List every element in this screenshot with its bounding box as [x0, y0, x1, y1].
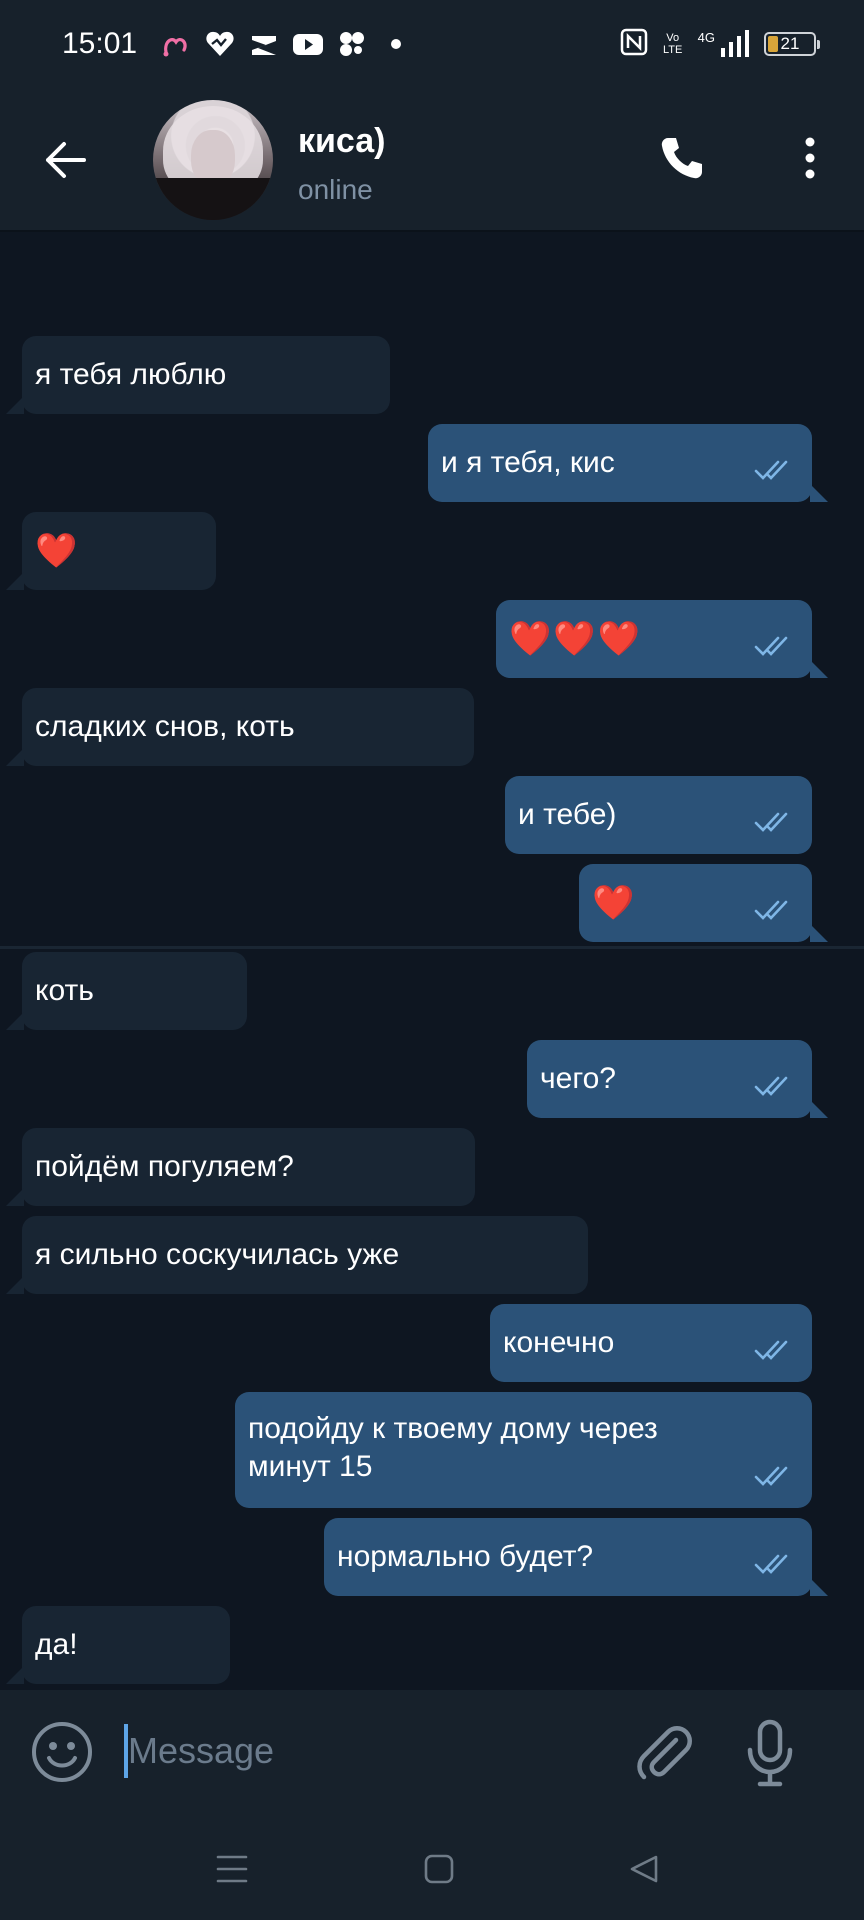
- message-text: чего?: [540, 1062, 616, 1095]
- message-input[interactable]: [128, 1720, 608, 1782]
- message-outgoing[interactable]: чего?: [527, 1040, 828, 1118]
- message-text: я сильно соскучилась уже: [35, 1238, 400, 1271]
- contact-name[interactable]: киса): [298, 122, 385, 161]
- message-text: конечно: [503, 1326, 615, 1359]
- message-text: и я тебя, кис: [441, 446, 615, 479]
- message-text: нормально будет?: [337, 1540, 594, 1573]
- square-icon: [424, 1854, 454, 1884]
- home-button[interactable]: [414, 1844, 464, 1894]
- status-bar: 15:01 Vo LTE 4G 21: [0, 0, 864, 88]
- read-checks-icon: [754, 1076, 788, 1096]
- network-type-label: 4G: [697, 30, 715, 45]
- message-list[interactable]: я тебя люблю и я тебя, кис ❤️ ❤️❤️❤️ сла…: [0, 232, 864, 1690]
- message-text: я тебя люблю: [35, 358, 227, 391]
- system-status-icons: Vo LTE 4G 21: [620, 28, 820, 61]
- paperclip-icon: [637, 1726, 692, 1780]
- back-arrow-icon: [46, 142, 86, 178]
- smiley-icon: [32, 1722, 92, 1782]
- dot-icon: [379, 27, 413, 61]
- message-incoming[interactable]: ❤️: [6, 512, 216, 590]
- message-incoming[interactable]: я тебя люблю: [6, 336, 390, 414]
- attach-button[interactable]: [632, 1720, 694, 1784]
- message-input-bar: [0, 1690, 864, 1814]
- read-checks-icon: [754, 460, 788, 480]
- read-checks-icon: [754, 1340, 788, 1360]
- message-incoming[interactable]: коть: [6, 952, 247, 1030]
- message-text: ❤️: [35, 532, 80, 570]
- message-text: пойдём погуляем?: [35, 1150, 294, 1183]
- cluster-app-icon: [335, 27, 369, 61]
- battery-level: 21: [780, 34, 800, 53]
- message-text: ❤️: [592, 884, 637, 922]
- youtube-icon: [291, 27, 325, 61]
- heart-link-icon: [159, 27, 193, 61]
- nfc-icon: [620, 28, 648, 61]
- recent-apps-button[interactable]: [207, 1844, 257, 1894]
- read-checks-icon: [754, 812, 788, 832]
- battery-icon: 21: [764, 32, 820, 56]
- system-navigation-bar: [0, 1814, 864, 1920]
- message-text: да!: [35, 1628, 78, 1661]
- message-incoming[interactable]: да!: [6, 1606, 230, 1684]
- message-text: подойду к твоему дому через минут 15: [248, 1412, 658, 1483]
- back-nav-button[interactable]: [619, 1844, 669, 1894]
- emoji-button[interactable]: [30, 1720, 94, 1784]
- voice-message-button[interactable]: [742, 1718, 798, 1788]
- message-outgoing[interactable]: конечно: [490, 1304, 812, 1382]
- message-outgoing[interactable]: ❤️❤️❤️: [496, 600, 828, 678]
- read-checks-icon: [754, 900, 788, 920]
- message-text: сладких снов, коть: [35, 710, 295, 743]
- phone-icon: [661, 138, 702, 179]
- volte-icon: Vo LTE: [662, 32, 683, 56]
- read-checks-icon: [754, 1466, 788, 1486]
- signal-4g-icon: 4G: [698, 30, 750, 58]
- microphone-icon: [747, 1719, 793, 1787]
- menu-lines-icon: [216, 1855, 248, 1883]
- message-outgoing[interactable]: нормально будет?: [324, 1518, 828, 1596]
- contact-avatar[interactable]: [153, 100, 273, 220]
- status-time: 15:01: [62, 27, 138, 60]
- more-vertical-icon: [805, 137, 815, 179]
- message-incoming[interactable]: сладких снов, коть: [6, 688, 474, 766]
- contact-status: online: [298, 174, 373, 205]
- message-outgoing[interactable]: ❤️: [579, 864, 828, 942]
- read-checks-icon: [754, 636, 788, 656]
- message-text: ❤️❤️❤️: [509, 620, 643, 658]
- telegram-chat-screen: 15:01 Vo LTE 4G 21 киса) online я тебя л…: [0, 0, 864, 1920]
- notification-icons: [159, 27, 413, 61]
- message-text: и тебе): [518, 798, 617, 831]
- message-incoming[interactable]: я сильно соскучилась уже: [6, 1216, 588, 1294]
- call-button[interactable]: [654, 130, 710, 186]
- heart-app-icon: [203, 27, 237, 61]
- message-incoming[interactable]: пойдём погуляем?: [6, 1128, 475, 1206]
- message-outgoing[interactable]: и я тебя, кис: [428, 424, 828, 502]
- back-button[interactable]: [38, 132, 94, 188]
- more-options-button[interactable]: [790, 130, 830, 186]
- read-checks-icon: [754, 1554, 788, 1574]
- message-outgoing[interactable]: и тебе): [505, 776, 812, 854]
- capcut-icon: [247, 27, 281, 61]
- triangle-back-icon: [630, 1855, 658, 1883]
- chat-header: киса) online: [0, 88, 864, 232]
- message-text: коть: [35, 974, 94, 1007]
- message-divider: [0, 946, 864, 949]
- message-outgoing[interactable]: подойду к твоему дому через минут 15: [235, 1392, 812, 1508]
